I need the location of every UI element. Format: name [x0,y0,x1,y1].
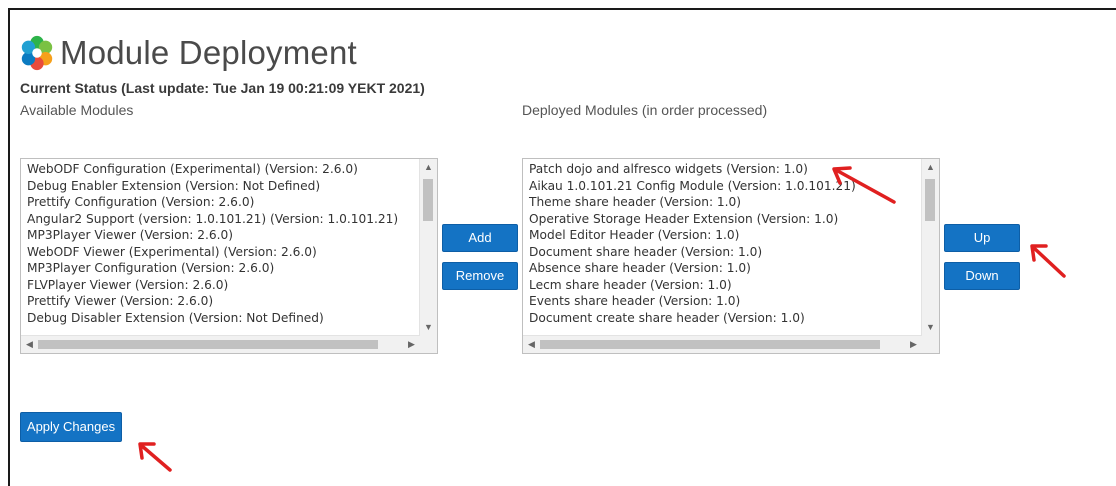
scroll-down-icon[interactable]: ▼ [922,319,939,336]
list-item[interactable]: Absence share header (Version: 1.0) [529,260,919,277]
scrollbar-thumb[interactable] [38,340,378,349]
scroll-right-icon[interactable]: ▶ [403,336,420,353]
list-item[interactable]: Debug Disabler Extension (Version: Not D… [27,310,417,327]
list-item[interactable]: Operative Storage Header Extension (Vers… [529,211,919,228]
remove-button[interactable]: Remove [442,262,518,290]
down-button[interactable]: Down [944,262,1020,290]
apply-changes-button[interactable]: Apply Changes [20,412,122,442]
page-header: Module Deployment [18,34,357,72]
list-item[interactable]: Debug Enabler Extension (Version: Not De… [27,178,417,195]
scroll-up-icon[interactable]: ▲ [922,159,939,176]
vertical-scrollbar[interactable]: ▲ ▼ [921,159,939,336]
horizontal-scrollbar[interactable]: ◀ ▶ [21,335,420,353]
vertical-scrollbar[interactable]: ▲ ▼ [419,159,437,336]
scroll-left-icon[interactable]: ◀ [523,336,540,353]
deployed-modules-label: Deployed Modules (in order processed) [522,102,768,118]
list-item[interactable]: Events share header (Version: 1.0) [529,293,919,310]
available-modules-list[interactable]: WebODF Configuration (Experimental) (Ver… [20,158,438,354]
list-item[interactable]: MP3Player Configuration (Version: 2.6.0) [27,260,417,277]
scroll-left-icon[interactable]: ◀ [21,336,38,353]
annotation-arrow-icon [1030,244,1066,278]
list-item[interactable]: Model Editor Header (Version: 1.0) [529,227,919,244]
scrollbar-thumb[interactable] [423,179,433,221]
add-button[interactable]: Add [442,224,518,252]
list-item[interactable]: Angular2 Support (version: 1.0.101.21) (… [27,211,417,228]
current-status: Current Status (Last update: Tue Jan 19 … [20,80,425,96]
list-item[interactable]: WebODF Configuration (Experimental) (Ver… [27,161,417,178]
scroll-up-icon[interactable]: ▲ [420,159,437,176]
page-title: Module Deployment [60,34,357,71]
up-button[interactable]: Up [944,224,1020,252]
scroll-right-icon[interactable]: ▶ [905,336,922,353]
scrollbar-thumb[interactable] [540,340,880,349]
list-item[interactable]: Document create share header (Version: 1… [529,310,919,327]
scrollbar-thumb[interactable] [925,179,935,221]
horizontal-scrollbar[interactable]: ◀ ▶ [523,335,922,353]
annotation-arrow-icon [832,166,896,204]
list-item[interactable]: Prettify Viewer (Version: 2.6.0) [27,293,417,310]
list-item[interactable]: WebODF Viewer (Experimental) (Version: 2… [27,244,417,261]
list-item[interactable]: Document share header (Version: 1.0) [529,244,919,261]
scroll-down-icon[interactable]: ▼ [420,319,437,336]
annotation-arrow-icon [138,442,172,472]
list-item[interactable]: FLVPlayer Viewer (Version: 2.6.0) [27,277,417,294]
alfresco-flower-icon [21,35,53,71]
scrollbar-corner [922,336,939,353]
list-item[interactable]: MP3Player Viewer (Version: 2.6.0) [27,227,417,244]
available-modules-label: Available Modules [20,102,134,118]
list-item[interactable]: Lecm share header (Version: 1.0) [529,277,919,294]
list-item[interactable]: Prettify Configuration (Version: 2.6.0) [27,194,417,211]
scrollbar-corner [420,336,437,353]
